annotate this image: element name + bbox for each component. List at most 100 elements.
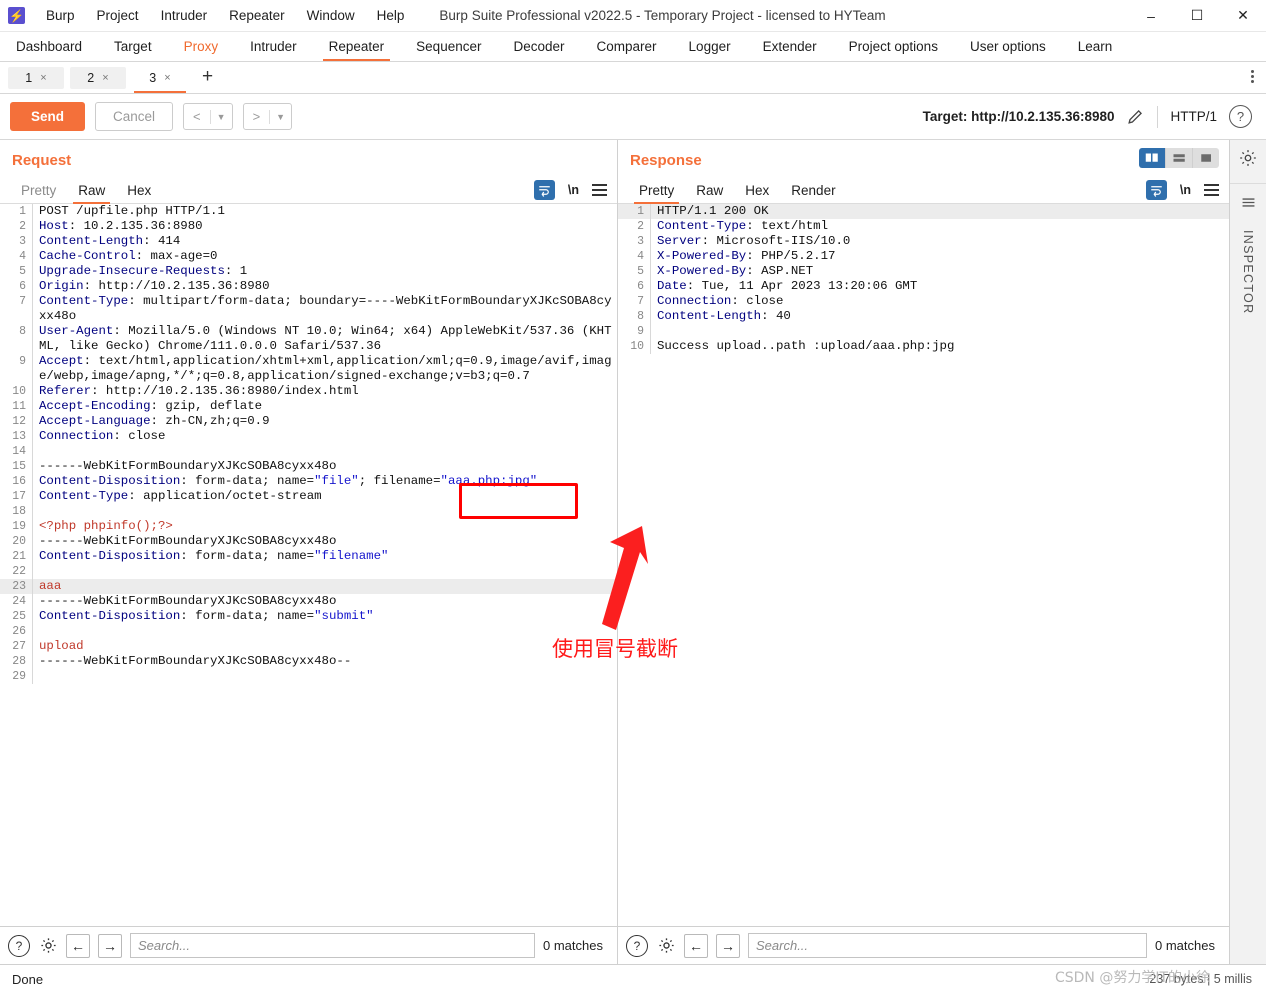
search-settings-gear-icon[interactable] — [656, 936, 676, 956]
response-tab-pretty[interactable]: Pretty — [628, 183, 685, 204]
tab-decoder[interactable]: Decoder — [497, 32, 580, 61]
word-wrap-icon[interactable] — [533, 180, 555, 200]
line-text: Accept-Language: zh-CN,zh;q=0.9 — [32, 414, 617, 429]
tab-extender[interactable]: Extender — [747, 32, 833, 61]
menu-help[interactable]: Help — [366, 4, 416, 27]
tab-repeater[interactable]: Repeater — [313, 32, 401, 61]
minimize-button[interactable]: – — [1128, 0, 1174, 31]
edit-target-pencil-icon[interactable] — [1126, 107, 1145, 126]
repeater-tab-2[interactable]: 2 × — [70, 66, 126, 89]
line-text: ------WebKitFormBoundaryXJKcSOBA8cyxx48o… — [32, 654, 617, 669]
code-line: 27 upload — [0, 639, 617, 654]
search-prev-icon[interactable]: ← — [66, 933, 90, 958]
menu-burp[interactable]: Burp — [35, 4, 86, 27]
prev-dropdown-caret-icon[interactable]: ▼ — [211, 104, 232, 129]
line-number: 18 — [12, 505, 26, 518]
tab-dashboard[interactable]: Dashboard — [0, 32, 98, 61]
new-tab-button[interactable]: + — [194, 67, 221, 86]
response-editor[interactable]: 1 HTTP/1.1 200 OK 2 Content-Type: text/html… — [618, 204, 1229, 926]
tab-user-options[interactable]: User options — [954, 32, 1062, 61]
help-icon[interactable]: ? — [1229, 105, 1252, 128]
search-next-icon[interactable]: → — [98, 933, 122, 958]
response-tools: \n — [1145, 180, 1219, 200]
tab-project-options[interactable]: Project options — [833, 32, 954, 61]
tab-intruder[interactable]: Intruder — [234, 32, 313, 61]
line-number: 24 — [12, 595, 26, 608]
tab-comparer[interactable]: Comparer — [581, 32, 673, 61]
settings-gear-icon[interactable] — [1238, 148, 1258, 171]
layout-single-pane-icon[interactable] — [1193, 148, 1219, 168]
search-help-icon[interactable]: ? — [626, 934, 648, 957]
tab-sequencer[interactable]: Sequencer — [400, 32, 497, 61]
repeater-tab-1[interactable]: 1 × — [8, 66, 64, 89]
request-editor[interactable]: 1 POST /upfile.php HTTP/1.1 2 Host: 10.2.13… — [0, 204, 617, 926]
code-line: 2 Host: 10.2.135.36:8980 — [0, 219, 617, 234]
response-tab-render[interactable]: Render — [780, 183, 846, 203]
line-number: 23 — [12, 580, 26, 593]
line-number: 8 — [637, 310, 644, 323]
tab-learn[interactable]: Learn — [1062, 32, 1129, 61]
code-line: 12 Accept-Language: zh-CN,zh;q=0.9 — [0, 414, 617, 429]
tab-target[interactable]: Target — [98, 32, 168, 61]
menu-repeater[interactable]: Repeater — [218, 4, 296, 27]
tab-proxy[interactable]: Proxy — [168, 32, 235, 61]
request-response-split: Request Pretty Raw Hex \n 1 POST /upfile.… — [0, 140, 1266, 964]
next-request-group[interactable]: > ▼ — [242, 103, 293, 130]
prev-request-group[interactable]: < ▼ — [183, 103, 233, 130]
response-search-input[interactable] — [748, 933, 1148, 958]
line-number: 28 — [12, 655, 26, 668]
line-text: Connection: close — [650, 294, 1229, 309]
line-text: HTTP/1.1 200 OK — [650, 204, 1229, 219]
next-dropdown-caret-icon[interactable]: ▼ — [270, 104, 291, 129]
close-icon[interactable]: × — [40, 72, 46, 84]
response-tab-hex[interactable]: Hex — [734, 183, 780, 203]
line-text: Content-Disposition: form-data; name="fi… — [32, 474, 617, 489]
response-menu-icon[interactable] — [1204, 184, 1219, 196]
line-number: 10 — [12, 385, 26, 398]
request-search-input[interactable] — [130, 933, 536, 958]
close-icon[interactable]: × — [102, 72, 108, 84]
tab-logger[interactable]: Logger — [673, 32, 747, 61]
search-next-icon[interactable]: → — [716, 933, 740, 958]
line-number: 8 — [19, 325, 26, 338]
collapse-panel-icon[interactable] — [1240, 194, 1257, 214]
request-tab-pretty[interactable]: Pretty — [10, 183, 67, 203]
inspector-label[interactable]: INSPECTOR — [1241, 230, 1255, 314]
next-arrow-icon[interactable]: > — [244, 104, 270, 129]
line-number: 6 — [637, 280, 644, 293]
send-button[interactable]: Send — [10, 102, 86, 131]
request-tab-raw[interactable]: Raw — [67, 183, 116, 204]
search-prev-icon[interactable]: ← — [684, 933, 708, 958]
menu-window[interactable]: Window — [296, 4, 366, 27]
word-wrap-icon[interactable] — [1145, 180, 1167, 200]
response-tab-raw[interactable]: Raw — [685, 183, 734, 203]
response-match-count: 0 matches — [1155, 938, 1215, 953]
maximize-button[interactable]: ☐ — [1174, 0, 1220, 31]
request-menu-icon[interactable] — [592, 184, 607, 196]
line-number: 29 — [12, 670, 26, 683]
line-text — [650, 324, 1229, 339]
search-settings-gear-icon[interactable] — [38, 936, 58, 956]
status-text: Done — [12, 971, 44, 987]
menu-intruder[interactable]: Intruder — [150, 4, 219, 27]
search-help-icon[interactable]: ? — [8, 934, 30, 957]
repeater-tab-3[interactable]: 3 × — [132, 66, 188, 93]
prev-arrow-icon[interactable]: < — [184, 104, 210, 129]
tab-overflow-menu-icon[interactable] — [1251, 68, 1254, 85]
layout-split-horizontal-icon[interactable] — [1166, 148, 1193, 168]
layout-split-vertical-icon[interactable] — [1139, 148, 1166, 168]
line-text: X-Powered-By: PHP/5.2.17 — [650, 249, 1229, 264]
line-text: ------WebKitFormBoundaryXJKcSOBA8cyxx48o — [32, 459, 617, 474]
line-text: Server: Microsoft-IIS/10.0 — [650, 234, 1229, 249]
response-stats: 237 bytes | 5 millis — [1149, 972, 1252, 986]
request-tab-hex[interactable]: Hex — [116, 183, 162, 203]
http-version-label[interactable]: HTTP/1 — [1170, 109, 1217, 124]
newline-toggle-icon[interactable]: \n — [1180, 183, 1191, 197]
close-icon[interactable]: × — [164, 72, 170, 84]
newline-toggle-icon[interactable]: \n — [568, 183, 579, 197]
code-line: 2 Content-Type: text/html — [618, 219, 1229, 234]
menu-project[interactable]: Project — [86, 4, 150, 27]
cancel-button[interactable]: Cancel — [95, 102, 174, 131]
close-button[interactable]: ✕ — [1220, 0, 1266, 31]
line-text: Accept: text/html,application/xhtml+xml,… — [32, 354, 617, 384]
